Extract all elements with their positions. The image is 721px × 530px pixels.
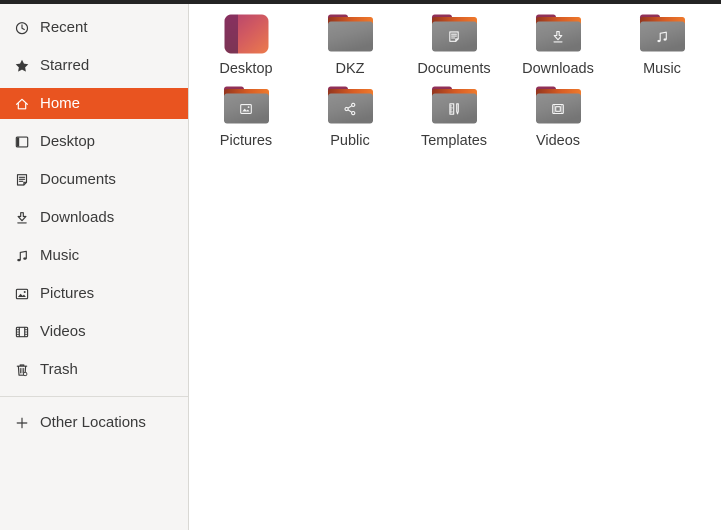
file-grid: Desktop DKZ Documents Downloads Music Pi… xyxy=(189,4,721,530)
file-item-documents[interactable]: Documents xyxy=(402,12,506,84)
window-content: Recent Starred Home Desktop Documents Do… xyxy=(0,4,721,530)
clock-icon xyxy=(14,20,30,36)
desktop-gradient-icon xyxy=(224,14,269,58)
sidebar-item-music[interactable]: Music xyxy=(0,240,188,271)
download-emblem xyxy=(550,29,566,45)
folder-icon xyxy=(535,86,582,130)
sidebar-places-list: Recent Starred Home Desktop Documents Do… xyxy=(0,4,188,392)
share-emblem xyxy=(342,101,358,117)
download-icon xyxy=(14,210,30,226)
sidebar-footer-list: Other Locations xyxy=(0,397,188,445)
image-icon xyxy=(14,286,30,302)
sidebar-item-pictures[interactable]: Pictures xyxy=(0,278,188,309)
sidebar-item-label: Videos xyxy=(40,323,86,340)
file-item-label: DKZ xyxy=(335,61,365,77)
sidebar-item-label: Trash xyxy=(40,361,78,378)
file-item-label: Documents xyxy=(417,61,491,77)
home-icon xyxy=(14,96,30,112)
file-item-label: Downloads xyxy=(522,61,594,77)
templates-emblem xyxy=(446,101,462,117)
file-item-label: Pictures xyxy=(219,133,273,149)
sidebar-item-label: Desktop xyxy=(40,133,96,150)
file-item-templates[interactable]: Templates xyxy=(402,84,506,156)
file-item-downloads[interactable]: Downloads xyxy=(506,12,610,84)
folder-icon xyxy=(639,14,686,58)
sidebar-item-documents[interactable]: Documents xyxy=(0,164,188,195)
file-item-dkz[interactable]: DKZ xyxy=(298,12,402,84)
document-icon xyxy=(14,172,30,188)
folder-icon xyxy=(431,14,478,58)
sidebar-item-label: Home xyxy=(40,95,81,112)
video-emblem xyxy=(550,101,566,117)
sidebar-item-label: Documents xyxy=(40,171,116,188)
star-icon xyxy=(14,58,30,74)
sidebar-item-videos[interactable]: Videos xyxy=(0,316,188,347)
file-item-videos[interactable]: Videos xyxy=(506,84,610,156)
sidebar-item-label: Recent xyxy=(40,19,88,36)
sidebar-item-other-locations[interactable]: Other Locations xyxy=(0,407,188,438)
sidebar-item-desktop[interactable]: Desktop xyxy=(0,126,188,157)
folder-icon xyxy=(327,14,374,58)
music-note-icon xyxy=(14,248,30,264)
sidebar-item-home[interactable]: Home xyxy=(0,88,188,119)
folder-icon xyxy=(223,86,270,130)
sidebar-item-label: Pictures xyxy=(40,285,95,302)
file-item-pictures[interactable]: Pictures xyxy=(194,84,298,156)
folder-icon xyxy=(431,86,478,130)
sidebar-item-recent[interactable]: Recent xyxy=(0,12,188,43)
sidebar: Recent Starred Home Desktop Documents Do… xyxy=(0,4,189,530)
sidebar-item-label: Music xyxy=(40,247,80,264)
sidebar-item-label: Downloads xyxy=(40,209,115,226)
sidebar-item-label: Other Locations xyxy=(40,414,146,431)
plus-icon xyxy=(14,415,30,431)
image-emblem xyxy=(238,101,254,117)
file-item-label: Desktop xyxy=(219,61,273,77)
trash-icon xyxy=(14,362,30,378)
sidebar-item-downloads[interactable]: Downloads xyxy=(0,202,188,233)
file-item-music[interactable]: Music xyxy=(610,12,714,84)
file-item-label: Templates xyxy=(420,133,488,149)
sidebar-item-trash[interactable]: Trash xyxy=(0,354,188,385)
file-item-desktop[interactable]: Desktop xyxy=(194,12,298,84)
file-item-label: Music xyxy=(643,61,681,77)
file-item-public[interactable]: Public xyxy=(298,84,402,156)
music-emblem xyxy=(654,29,670,45)
file-manager-window: Recent Starred Home Desktop Documents Do… xyxy=(0,0,721,530)
sidebar-item-label: Starred xyxy=(40,57,90,74)
file-item-label: Public xyxy=(330,133,370,149)
file-item-label: Videos xyxy=(535,133,581,149)
sidebar-item-starred[interactable]: Starred xyxy=(0,50,188,81)
desktop-icon xyxy=(14,134,30,150)
film-icon xyxy=(14,324,30,340)
folder-icon xyxy=(535,14,582,58)
folder-icon xyxy=(327,86,374,130)
document-emblem xyxy=(446,29,462,45)
